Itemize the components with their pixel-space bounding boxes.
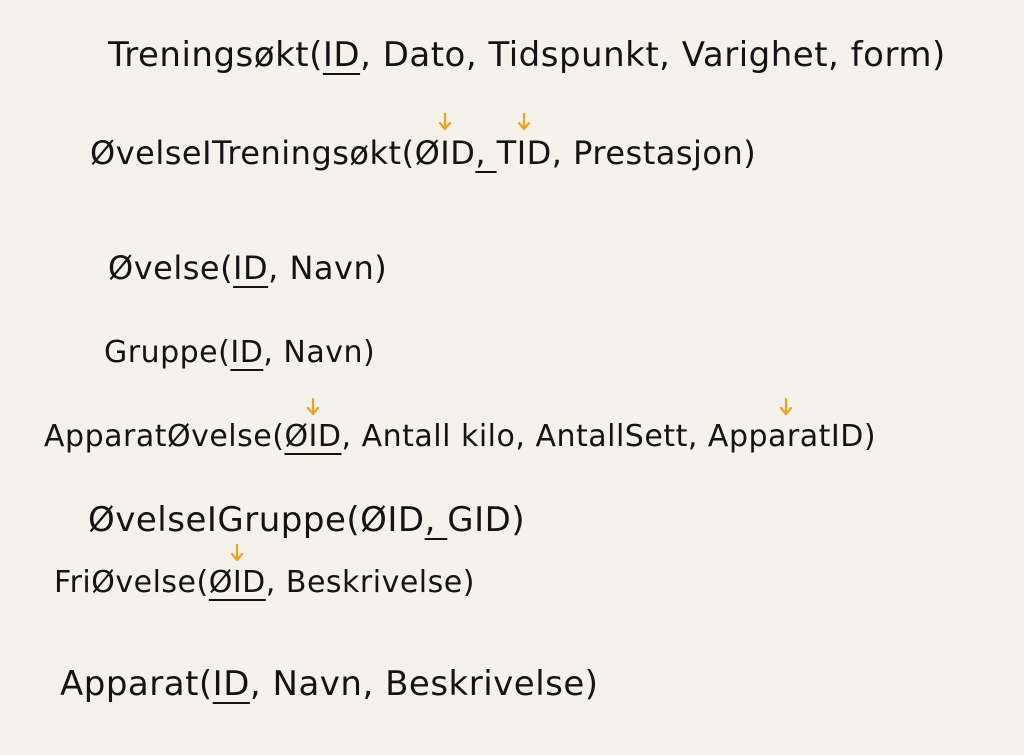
relation-name: Gruppe	[104, 335, 219, 370]
attribute-separator: ,	[263, 335, 284, 370]
relation-name: Øvelse	[108, 249, 221, 287]
down-arrow-icon	[230, 544, 244, 562]
attribute-separator: ,	[659, 35, 682, 75]
relation-name: ØvelseIGruppe	[88, 500, 347, 540]
attribute-separator: ,	[687, 419, 708, 454]
foreign-key-attribute: ApparatID	[708, 398, 864, 452]
attribute-separator: ,	[424, 500, 448, 540]
primary-key-attribute: ID	[230, 335, 264, 370]
attribute: Prestasjon	[573, 134, 744, 172]
primary-key-attribute: ØID	[360, 500, 425, 540]
open-paren: (	[220, 249, 234, 287]
open-paren: (	[198, 664, 213, 704]
attribute-separator: ,	[551, 134, 574, 172]
primary-key-attribute: ØID	[415, 113, 476, 169]
attribute: Varighet	[681, 35, 829, 75]
relation-fri-ovelse: FriØvelse(ØID, Beskrivelse)	[54, 544, 475, 600]
attribute: Tidspunkt	[488, 35, 660, 75]
attribute-separator: ,	[465, 35, 489, 75]
attribute: Navn	[289, 249, 375, 287]
attribute-separator: ,	[360, 35, 383, 75]
primary-key-attribute: ID	[212, 664, 250, 704]
composite-primary-key: ØID, GID	[360, 500, 511, 540]
open-paren: (	[346, 500, 361, 540]
attribute-separator: ,	[341, 419, 362, 454]
attribute: Dato	[382, 35, 466, 75]
attribute-separator: ,	[362, 664, 386, 704]
attribute: form	[850, 35, 932, 75]
attribute-separator: ,	[475, 134, 497, 172]
attribute: Navn	[272, 664, 363, 704]
open-paren: (	[196, 565, 209, 600]
close-paren: )	[931, 35, 946, 75]
relation-name: ØvelseITreningsøkt	[90, 134, 402, 172]
close-paren: )	[462, 565, 475, 600]
open-paren: (	[309, 35, 323, 75]
relation-name: FriØvelse	[54, 565, 197, 600]
relation-apparat: Apparat(ID, Navn, Beskrivelse)	[60, 667, 599, 701]
relation-name: Treningsøkt	[108, 35, 310, 75]
attribute-separator: ,	[828, 35, 851, 75]
primary-key-attribute: GID	[447, 500, 512, 540]
primary-key-attribute: ID	[322, 35, 361, 75]
attribute: Beskrivelse	[285, 565, 463, 600]
close-paren: )	[863, 419, 877, 454]
attribute: AntallSett	[535, 419, 688, 454]
primary-key-attribute: ØID	[209, 544, 266, 598]
open-paren: (	[401, 134, 415, 172]
down-arrow-icon	[438, 113, 452, 131]
relation-name: Apparat	[60, 664, 199, 704]
open-paren: (	[218, 335, 231, 370]
attribute: Antall kilo	[361, 419, 516, 454]
primary-key-attribute: TID	[497, 113, 552, 169]
paper-canvas: Treningsøkt(ID, Dato, Tidspunkt, Varighe…	[0, 0, 1024, 755]
attribute-separator: ,	[515, 419, 536, 454]
down-arrow-icon	[306, 398, 320, 416]
primary-key-attribute: ØID	[284, 398, 341, 452]
attribute: Beskrivelse	[385, 664, 585, 704]
relation-gruppe: Gruppe(ID, Navn)	[104, 338, 375, 368]
down-arrow-icon	[779, 398, 793, 416]
attribute: Navn	[283, 335, 363, 370]
relation-ovelse-i-gruppe: ØvelseIGruppe(ØID, GID)	[88, 503, 525, 537]
relation-ovelse: Øvelse(ID, Navn)	[108, 252, 387, 284]
relation-apparat-ovelse: ApparatØvelse(ØID, Antall kilo, AntallSe…	[44, 398, 877, 454]
close-paren: )	[362, 335, 376, 370]
close-paren: )	[584, 664, 599, 704]
composite-primary-key: ØID, TID	[415, 113, 552, 172]
relation-treningsokt: Treningsøkt(ID, Dato, Tidspunkt, Varighe…	[108, 38, 946, 72]
close-paren: )	[743, 134, 757, 172]
attribute-separator: ,	[249, 664, 273, 704]
attribute-separator: ,	[265, 565, 286, 600]
relation-ovelse-i-treningsokt: ØvelseITreningsøkt(ØID, TID, Prestasjon)	[90, 113, 757, 172]
open-paren: (	[272, 419, 285, 454]
relation-name: ApparatØvelse	[44, 419, 273, 454]
primary-key-attribute: ID	[233, 249, 269, 287]
close-paren: )	[511, 500, 526, 540]
attribute-separator: ,	[268, 249, 290, 287]
down-arrow-icon	[517, 113, 531, 131]
close-paren: )	[374, 249, 388, 287]
